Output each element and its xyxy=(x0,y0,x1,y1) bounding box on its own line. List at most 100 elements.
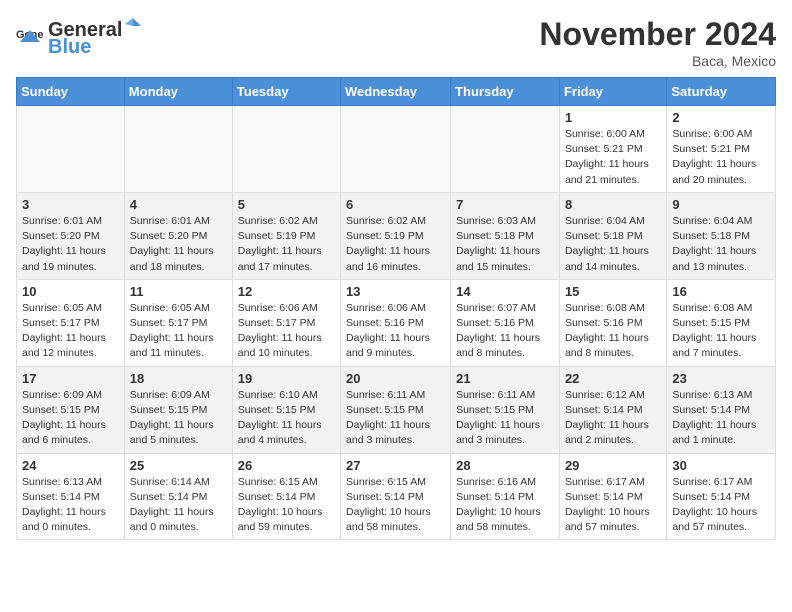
day-number: 12 xyxy=(238,284,335,299)
day-info: Sunrise: 6:03 AM Sunset: 5:18 PM Dayligh… xyxy=(456,214,554,275)
calendar-week-1: 1 Sunrise: 6:00 AM Sunset: 5:21 PM Daylig… xyxy=(17,106,776,193)
weekday-header-friday: Friday xyxy=(559,78,666,106)
page-header: General General Blue November 2024 Baca,… xyxy=(16,16,776,69)
day-number: 2 xyxy=(672,110,770,125)
day-info: Sunrise: 6:08 AM Sunset: 5:15 PM Dayligh… xyxy=(672,301,770,362)
day-number: 28 xyxy=(456,458,554,473)
day-info: Sunrise: 6:13 AM Sunset: 5:14 PM Dayligh… xyxy=(22,475,119,536)
calendar-cell: 17 Sunrise: 6:09 AM Sunset: 5:15 PM Dayli… xyxy=(17,366,125,453)
calendar-cell: 24 Sunrise: 6:13 AM Sunset: 5:14 PM Dayli… xyxy=(17,453,125,540)
logo-icon: General xyxy=(16,24,44,52)
day-number: 29 xyxy=(565,458,661,473)
title-block: November 2024 Baca, Mexico xyxy=(539,16,776,69)
logo: General General Blue xyxy=(16,16,143,59)
day-info: Sunrise: 6:16 AM Sunset: 5:14 PM Dayligh… xyxy=(456,475,554,536)
day-number: 1 xyxy=(565,110,661,125)
day-info: Sunrise: 6:05 AM Sunset: 5:17 PM Dayligh… xyxy=(130,301,227,362)
weekday-header-saturday: Saturday xyxy=(667,78,776,106)
day-info: Sunrise: 6:00 AM Sunset: 5:21 PM Dayligh… xyxy=(565,127,661,188)
day-number: 25 xyxy=(130,458,227,473)
day-number: 5 xyxy=(238,197,335,212)
day-number: 8 xyxy=(565,197,661,212)
calendar-cell: 10Sunrise: 6:05 AM Sunset: 5:17 PM Dayli… xyxy=(17,279,125,366)
calendar-cell: 19Sunrise: 6:10 AM Sunset: 5:15 PM Dayli… xyxy=(232,366,340,453)
day-info: Sunrise: 6:17 AM Sunset: 5:14 PM Dayligh… xyxy=(672,475,770,536)
day-number: 18 xyxy=(130,371,227,386)
calendar-week-5: 24 Sunrise: 6:13 AM Sunset: 5:14 PM Dayli… xyxy=(17,453,776,540)
calendar-cell: 18 Sunrise: 6:09 AM Sunset: 5:15 PM Dayli… xyxy=(124,366,232,453)
calendar-cell: 7 Sunrise: 6:03 AM Sunset: 5:18 PM Daylig… xyxy=(451,192,560,279)
calendar-cell: 20 Sunrise: 6:11 AM Sunset: 5:15 PM Dayli… xyxy=(341,366,451,453)
day-number: 15 xyxy=(565,284,661,299)
day-info: Sunrise: 6:08 AM Sunset: 5:16 PM Dayligh… xyxy=(565,301,661,362)
calendar-cell: 29 Sunrise: 6:17 AM Sunset: 5:14 PM Dayli… xyxy=(559,453,666,540)
calendar-cell: 30 Sunrise: 6:17 AM Sunset: 5:14 PM Dayli… xyxy=(667,453,776,540)
day-info: Sunrise: 6:11 AM Sunset: 5:15 PM Dayligh… xyxy=(346,388,445,449)
day-number: 9 xyxy=(672,197,770,212)
day-number: 14 xyxy=(456,284,554,299)
day-info: Sunrise: 6:09 AM Sunset: 5:15 PM Dayligh… xyxy=(22,388,119,449)
day-number: 30 xyxy=(672,458,770,473)
day-info: Sunrise: 6:14 AM Sunset: 5:14 PM Dayligh… xyxy=(130,475,227,536)
day-info: Sunrise: 6:17 AM Sunset: 5:14 PM Dayligh… xyxy=(565,475,661,536)
calendar-cell: 9Sunrise: 6:04 AM Sunset: 5:18 PM Daylig… xyxy=(667,192,776,279)
day-number: 21 xyxy=(456,371,554,386)
day-info: Sunrise: 6:04 AM Sunset: 5:18 PM Dayligh… xyxy=(565,214,661,275)
calendar-cell: 14Sunrise: 6:07 AM Sunset: 5:16 PM Dayli… xyxy=(451,279,560,366)
calendar-cell xyxy=(17,106,125,193)
calendar-cell: 27 Sunrise: 6:15 AM Sunset: 5:14 PM Dayli… xyxy=(341,453,451,540)
day-number: 27 xyxy=(346,458,445,473)
day-info: Sunrise: 6:13 AM Sunset: 5:14 PM Dayligh… xyxy=(672,388,770,449)
calendar-cell: 4 Sunrise: 6:01 AM Sunset: 5:20 PM Daylig… xyxy=(124,192,232,279)
weekday-header-sunday: Sunday xyxy=(17,78,125,106)
day-info: Sunrise: 6:01 AM Sunset: 5:20 PM Dayligh… xyxy=(22,214,119,275)
weekday-header-tuesday: Tuesday xyxy=(232,78,340,106)
day-number: 19 xyxy=(238,371,335,386)
calendar-cell: 2 Sunrise: 6:00 AM Sunset: 5:21 PM Daylig… xyxy=(667,106,776,193)
day-number: 22 xyxy=(565,371,661,386)
day-number: 7 xyxy=(456,197,554,212)
calendar-cell: 8 Sunrise: 6:04 AM Sunset: 5:18 PM Daylig… xyxy=(559,192,666,279)
calendar-cell: 13 Sunrise: 6:06 AM Sunset: 5:16 PM Dayli… xyxy=(341,279,451,366)
weekday-header-monday: Monday xyxy=(124,78,232,106)
day-info: Sunrise: 6:15 AM Sunset: 5:14 PM Dayligh… xyxy=(346,475,445,536)
calendar-cell xyxy=(124,106,232,193)
calendar-cell: 16 Sunrise: 6:08 AM Sunset: 5:15 PM Dayli… xyxy=(667,279,776,366)
day-info: Sunrise: 6:09 AM Sunset: 5:15 PM Dayligh… xyxy=(130,388,227,449)
calendar-cell: 12 Sunrise: 6:06 AM Sunset: 5:17 PM Dayli… xyxy=(232,279,340,366)
day-number: 24 xyxy=(22,458,119,473)
day-number: 11 xyxy=(130,284,227,299)
day-info: Sunrise: 6:06 AM Sunset: 5:17 PM Dayligh… xyxy=(238,301,335,362)
day-number: 26 xyxy=(238,458,335,473)
day-number: 20 xyxy=(346,371,445,386)
day-info: Sunrise: 6:00 AM Sunset: 5:21 PM Dayligh… xyxy=(672,127,770,188)
calendar-cell: 5Sunrise: 6:02 AM Sunset: 5:19 PM Daylig… xyxy=(232,192,340,279)
calendar-cell xyxy=(232,106,340,193)
calendar-cell xyxy=(451,106,560,193)
calendar-cell: 23Sunrise: 6:13 AM Sunset: 5:14 PM Dayli… xyxy=(667,366,776,453)
day-number: 13 xyxy=(346,284,445,299)
location: Baca, Mexico xyxy=(539,53,776,69)
calendar-header-row: SundayMondayTuesdayWednesdayThursdayFrid… xyxy=(17,78,776,106)
calendar-cell: 15 Sunrise: 6:08 AM Sunset: 5:16 PM Dayli… xyxy=(559,279,666,366)
month-title: November 2024 xyxy=(539,16,776,53)
calendar-cell: 22Sunrise: 6:12 AM Sunset: 5:14 PM Dayli… xyxy=(559,366,666,453)
calendar-cell: 3 Sunrise: 6:01 AM Sunset: 5:20 PM Daylig… xyxy=(17,192,125,279)
calendar-week-4: 17 Sunrise: 6:09 AM Sunset: 5:15 PM Dayli… xyxy=(17,366,776,453)
calendar-week-2: 3 Sunrise: 6:01 AM Sunset: 5:20 PM Daylig… xyxy=(17,192,776,279)
calendar-week-3: 10Sunrise: 6:05 AM Sunset: 5:17 PM Dayli… xyxy=(17,279,776,366)
calendar-cell: 26Sunrise: 6:15 AM Sunset: 5:14 PM Dayli… xyxy=(232,453,340,540)
day-info: Sunrise: 6:02 AM Sunset: 5:19 PM Dayligh… xyxy=(346,214,445,275)
calendar-cell: 6Sunrise: 6:02 AM Sunset: 5:19 PM Daylig… xyxy=(341,192,451,279)
day-number: 16 xyxy=(672,284,770,299)
day-info: Sunrise: 6:06 AM Sunset: 5:16 PM Dayligh… xyxy=(346,301,445,362)
day-number: 4 xyxy=(130,197,227,212)
logo-bird-icon xyxy=(123,16,143,36)
calendar-cell: 1 Sunrise: 6:00 AM Sunset: 5:21 PM Daylig… xyxy=(559,106,666,193)
calendar-cell: 28 Sunrise: 6:16 AM Sunset: 5:14 PM Dayli… xyxy=(451,453,560,540)
weekday-header-thursday: Thursday xyxy=(451,78,560,106)
calendar-cell: 25 Sunrise: 6:14 AM Sunset: 5:14 PM Dayli… xyxy=(124,453,232,540)
day-number: 17 xyxy=(22,371,119,386)
day-info: Sunrise: 6:01 AM Sunset: 5:20 PM Dayligh… xyxy=(130,214,227,275)
day-number: 3 xyxy=(22,197,119,212)
